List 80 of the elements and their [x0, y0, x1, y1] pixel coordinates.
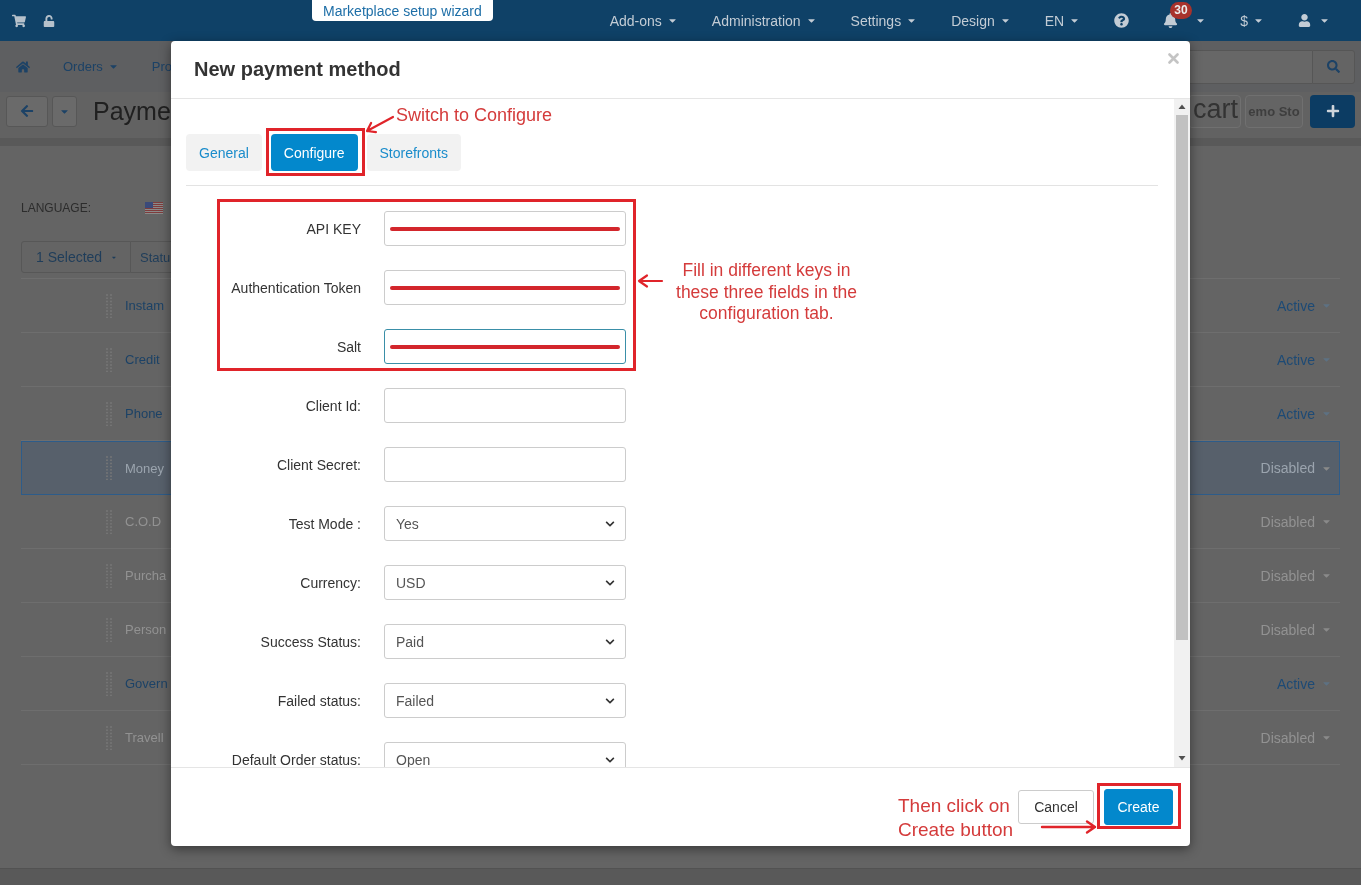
- padlock-icon[interactable]: [43, 14, 55, 27]
- status-dropdown[interactable]: Active: [1276, 405, 1332, 422]
- user-icon[interactable]: [1298, 14, 1311, 27]
- top-menu-button[interactable]: Design: [951, 12, 1011, 29]
- chevron-down-icon: [605, 695, 615, 706]
- top-menu-button[interactable]: Administration: [711, 12, 817, 29]
- field-label: Default Order status:: [231, 751, 361, 767]
- top-menu-button[interactable]: Add-ons: [609, 12, 678, 29]
- method-name-link[interactable]: Money: [125, 460, 165, 476]
- home-icon[interactable]: [16, 59, 30, 74]
- arrow-icon: [363, 113, 396, 135]
- status-dropdown[interactable]: Active: [1276, 297, 1332, 314]
- method-name-link[interactable]: Credit: [125, 352, 160, 367]
- modal-title: New payment method: [194, 58, 401, 81]
- field-label: Client Secret:: [276, 456, 361, 473]
- method-name-link[interactable]: Instam: [125, 298, 164, 313]
- currency-menu-button[interactable]: $: [1240, 12, 1264, 29]
- arrow-icon: [1040, 820, 1097, 834]
- arrow-left-icon: [20, 104, 34, 118]
- back-button[interactable]: [6, 95, 48, 127]
- search-button[interactable]: [1312, 49, 1355, 84]
- method-name-link[interactable]: Phone: [125, 406, 163, 421]
- input-field[interactable]: [384, 211, 626, 246]
- status-dropdown[interactable]: Active: [1276, 675, 1332, 692]
- dropdown-button[interactable]: [52, 95, 77, 127]
- scrollbar[interactable]: [1174, 99, 1190, 767]
- field-label: Salt: [336, 338, 361, 355]
- select-field[interactable]: Yes: [384, 506, 626, 541]
- status-button[interactable]: Statu: [131, 241, 171, 273]
- help-icon[interactable]: [1114, 13, 1130, 28]
- tab[interactable]: General: [186, 134, 262, 171]
- plus-icon: [1325, 104, 1340, 118]
- bulk-select-button[interactable]: 1 Selected: [21, 241, 131, 273]
- cancel-button[interactable]: Cancel: [1018, 790, 1094, 824]
- search-icon: [1327, 60, 1340, 73]
- input-field[interactable]: [384, 329, 626, 364]
- chevron-down-icon: [605, 577, 615, 588]
- create-button[interactable]: Create: [1104, 789, 1173, 825]
- top-menu-button[interactable]: Settings: [850, 12, 918, 29]
- status-dropdown[interactable]: Active: [1276, 351, 1332, 368]
- select-field[interactable]: Paid: [384, 624, 626, 659]
- chevron-down-icon: [605, 754, 615, 765]
- search-field[interactable]: [1188, 49, 1312, 84]
- select-field[interactable]: USD: [384, 565, 626, 600]
- status-dropdown[interactable]: Disabled: [1260, 460, 1332, 476]
- top-menu-button[interactable]: EN: [1044, 12, 1081, 29]
- add-button[interactable]: [1310, 94, 1355, 128]
- field-label: Authentication Token: [231, 279, 361, 296]
- notification-badge: 30: [1170, 2, 1192, 19]
- flag-icon: [145, 202, 164, 214]
- field-label: API KEY: [306, 220, 361, 237]
- field-label: Failed status:: [277, 692, 361, 709]
- drag-handle-icon[interactable]: [106, 456, 112, 480]
- redaction-line-icon: [389, 225, 621, 232]
- nav-menu-button[interactable]: Orders: [63, 59, 119, 74]
- field-label: Test Mode :: [288, 515, 361, 532]
- method-name-link[interactable]: Govern: [125, 676, 168, 691]
- tab[interactable]: Configure: [270, 134, 358, 171]
- input-field[interactable]: [384, 447, 626, 482]
- chevron-down-icon: [605, 518, 615, 529]
- annotation-note: Switch to Configure: [396, 105, 553, 126]
- select-field[interactable]: Open: [384, 742, 626, 767]
- field-label: Success Status:: [260, 633, 361, 650]
- chevron-down-icon: [605, 636, 615, 647]
- input-field[interactable]: [384, 388, 626, 423]
- page-title: Payme: [93, 96, 171, 126]
- redaction-line-icon: [389, 284, 621, 291]
- shopping-cart-icon[interactable]: [12, 13, 26, 28]
- tab[interactable]: Storefronts: [366, 134, 461, 171]
- redaction-line-icon: [389, 343, 621, 350]
- annotation-note: Then click on Create button: [898, 794, 1014, 842]
- nav-menu-button[interactable]: Pro: [151, 59, 172, 74]
- field-label: Currency:: [300, 574, 361, 591]
- input-field[interactable]: [384, 270, 626, 305]
- arrow-icon: [636, 274, 664, 288]
- language-label: LANGUAGE:: [21, 201, 92, 215]
- setup-wizard-button[interactable]: Marketplace setup wizard: [312, 0, 493, 21]
- select-field[interactable]: Failed: [384, 683, 626, 718]
- close-icon[interactable]: [1168, 53, 1179, 64]
- field-label: Client Id:: [305, 397, 361, 414]
